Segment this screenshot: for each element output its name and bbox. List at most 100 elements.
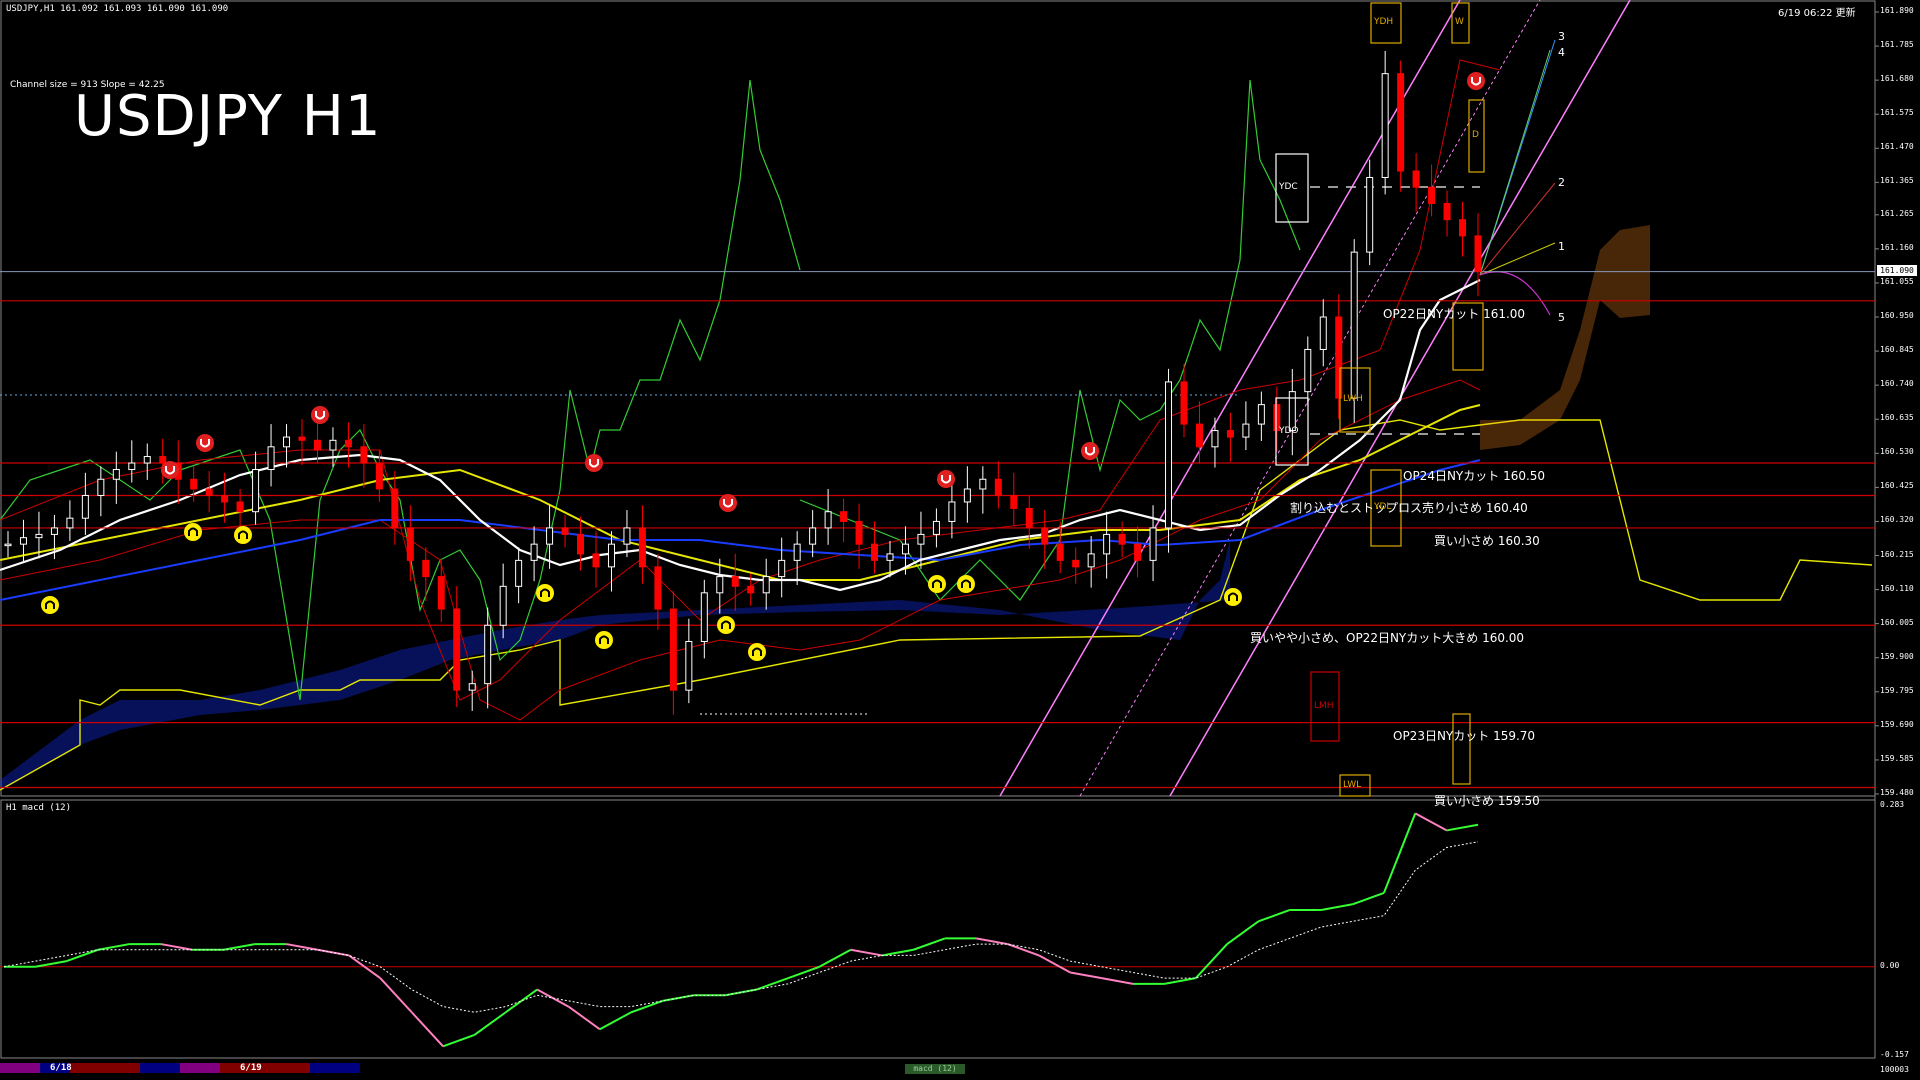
candle-body xyxy=(128,462,136,471)
candle-body xyxy=(1474,235,1482,273)
fib-label: 2 xyxy=(1558,176,1565,189)
candle-body xyxy=(731,576,739,587)
candle-body xyxy=(159,456,167,464)
candle-body xyxy=(561,527,569,535)
candle-body xyxy=(716,576,724,594)
candle-body xyxy=(1010,494,1018,509)
macd-title: H1 macd (12) xyxy=(6,803,72,813)
price-tick: 161.890 xyxy=(1880,6,1914,15)
price-tick: 161.160 xyxy=(1880,242,1914,252)
price-tick: 161.575 xyxy=(1880,108,1914,118)
fractal-up-icon xyxy=(748,643,766,661)
macd-tick: -0.157 xyxy=(1880,1050,1909,1059)
chart-canvas xyxy=(0,0,1920,1080)
fractal-up-icon xyxy=(184,523,202,541)
fractal-down-icon xyxy=(585,454,603,472)
fractal-down-icon xyxy=(719,494,737,512)
candle-body xyxy=(344,439,352,448)
candle-body xyxy=(236,501,244,513)
candle-body xyxy=(994,478,1002,496)
candle-body xyxy=(190,478,198,490)
candle-body xyxy=(1366,176,1374,253)
date-label-2: 6/19 xyxy=(240,1063,262,1073)
candle-body xyxy=(484,624,492,685)
candle-body xyxy=(1335,316,1343,399)
candle-body xyxy=(97,478,105,496)
price-tick: 159.480 xyxy=(1880,788,1914,797)
price-tick: 159.585 xyxy=(1880,753,1914,763)
candle-body xyxy=(1242,423,1250,438)
candle-body xyxy=(437,576,445,610)
candle-body xyxy=(375,462,383,490)
candle-body xyxy=(1103,533,1111,555)
candle-body xyxy=(35,533,43,539)
fractal-up-icon xyxy=(928,575,946,593)
candle-body xyxy=(4,543,12,547)
candle-body xyxy=(1180,381,1188,425)
price-tick: 159.690 xyxy=(1880,719,1914,729)
candle-body xyxy=(963,488,971,503)
candle-body xyxy=(901,543,909,555)
candle-body xyxy=(809,527,817,545)
candle-body xyxy=(1118,533,1126,545)
fractal-up-icon xyxy=(41,596,59,614)
candle-body xyxy=(19,537,27,545)
lmh-label: LMH xyxy=(1314,700,1334,711)
candle-body xyxy=(205,488,213,496)
strip-seg xyxy=(220,1063,310,1073)
candle-body xyxy=(267,446,275,471)
price-tick: 160.530 xyxy=(1880,447,1914,457)
candle-body xyxy=(700,592,708,642)
level-annotation: 買い小さめ 160.30 xyxy=(1434,533,1540,548)
candle-body xyxy=(979,478,987,490)
candle-body xyxy=(592,553,600,568)
fractal-down-icon xyxy=(1081,442,1099,460)
ydh-label: YDH xyxy=(1374,17,1394,27)
price-tick: 161.365 xyxy=(1880,176,1914,186)
candle-body xyxy=(1350,251,1358,399)
candle-body xyxy=(1257,404,1265,425)
candle-body xyxy=(623,527,631,545)
candle-body xyxy=(50,527,58,535)
price-tick: 160.215 xyxy=(1880,549,1914,559)
fractal-up-icon xyxy=(1224,588,1242,606)
price-tick: 161.680 xyxy=(1880,74,1914,84)
candle-body xyxy=(871,543,879,561)
bottom-bar: 6/18 6/19 macd (12) 100003 xyxy=(0,1060,1920,1080)
candle-body xyxy=(577,533,585,555)
fractal-down-icon xyxy=(937,470,955,488)
price-tick: 161.055 xyxy=(1880,276,1914,286)
chart-big-title: USDJPY H1 xyxy=(74,84,382,149)
candle-body xyxy=(1428,186,1436,204)
candle-body xyxy=(778,559,786,578)
ydl-label: YDL xyxy=(1374,502,1392,512)
lwl-label: LWL xyxy=(1343,779,1362,790)
candle-body xyxy=(932,520,940,535)
candle-body xyxy=(1459,219,1467,237)
background xyxy=(0,0,1920,1080)
level-annotation: 買い小さめ 159.50 xyxy=(1434,793,1540,808)
candle-body xyxy=(468,683,476,691)
candle-body xyxy=(607,543,615,568)
macd-tab[interactable]: macd (12) xyxy=(905,1064,965,1074)
candle-body xyxy=(1195,423,1203,448)
candle-body xyxy=(1165,381,1173,529)
price-tick: 160.845 xyxy=(1880,345,1914,355)
header-text: USDJPY,H1 161.092 161.093 161.090 161.09… xyxy=(6,4,229,14)
bottom-right-value: 100003 xyxy=(1880,1065,1909,1074)
candle-body xyxy=(1397,73,1405,172)
price-tick: 159.795 xyxy=(1880,685,1914,695)
fib-label: 1 xyxy=(1558,240,1565,253)
current-price-tag: 161.090 xyxy=(1877,265,1917,276)
d-label: D xyxy=(1472,130,1479,140)
fib-label: 5 xyxy=(1558,311,1565,324)
strip-seg xyxy=(310,1063,360,1073)
candle-body xyxy=(143,456,151,464)
ydc-label: YDC xyxy=(1279,182,1298,192)
price-tick: 161.785 xyxy=(1880,40,1914,50)
fractal-up-icon xyxy=(234,526,252,544)
lwh-label: LWH xyxy=(1343,394,1363,404)
price-tick: 160.110 xyxy=(1880,583,1914,593)
candle-body xyxy=(685,640,693,691)
macd-tick: 0.283 xyxy=(1880,800,1905,809)
